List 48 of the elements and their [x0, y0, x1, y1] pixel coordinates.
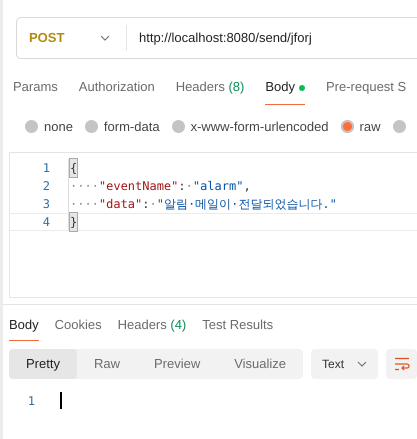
code-token: "data"	[98, 196, 142, 213]
view-mode-tab[interactable]: Preview	[136, 348, 218, 378]
request-tab[interactable]: Body	[265, 71, 305, 104]
line-number: 3	[42, 196, 51, 213]
request-tab[interactable]: Params	[13, 71, 58, 104]
whitespace-dots: ·	[150, 196, 157, 213]
radio-label[interactable]: raw	[360, 116, 380, 136]
response-tab[interactable]: Body	[9, 313, 39, 340]
request-body-editor[interactable]: 1 { 2 ····"eventName":·"alarm", 3 ····"data":·"알림·메일이·전달되었습니다." 4 }	[9, 152, 417, 298]
whitespace-dots: ·	[186, 178, 193, 195]
request-tab[interactable]: Headers (8)	[176, 71, 244, 104]
response-tab[interactable]: Cookies	[54, 313, 102, 340]
line-number: 1	[42, 160, 51, 177]
radio-button[interactable]	[340, 120, 354, 133]
view-mode-tab[interactable]: Raw	[76, 348, 137, 378]
line-number: 2	[42, 178, 51, 195]
wrap-lines-button[interactable]	[386, 348, 417, 378]
chevron-down-icon	[357, 360, 368, 366]
request-tab[interactable]: Authorization	[78, 71, 155, 104]
format-dropdown[interactable]: Text	[311, 348, 378, 378]
view-mode-tab[interactable]: Visualize	[217, 348, 304, 378]
code-token: {	[70, 159, 78, 177]
radio-button[interactable]	[25, 120, 38, 133]
radio-label[interactable]: x-www-form-urlencoded	[190, 116, 329, 136]
wrap-lines-icon	[394, 356, 410, 370]
code-token: }	[70, 213, 78, 231]
whitespace-dots: ····	[70, 178, 99, 195]
code-token: "eventName"	[98, 178, 178, 195]
view-mode-tab[interactable]: Pretty	[9, 348, 77, 378]
radio-button[interactable]	[172, 120, 185, 133]
url-input[interactable]: http://localhost:8080/send/jforj	[127, 28, 312, 48]
code-token: ,	[243, 178, 251, 195]
response-tab[interactable]: Headers (4)	[118, 313, 186, 340]
method-dropdown[interactable]: POST	[17, 25, 127, 51]
code-token: :	[142, 196, 150, 213]
code-token: :	[178, 178, 186, 195]
whitespace-dots: ····	[70, 196, 99, 213]
line-number: 4	[42, 214, 51, 231]
radio-label[interactable]: form-data	[104, 116, 160, 136]
code-token: "alarm"	[192, 178, 244, 195]
code-token: "알림·메일이·전달되었습니다."	[156, 196, 337, 213]
radio-button[interactable]	[84, 120, 98, 133]
radio-label[interactable]: none	[44, 116, 73, 136]
line-number: 1	[26, 392, 36, 410]
radio-button[interactable]	[392, 120, 406, 133]
request-tab[interactable]: Pre-request S	[326, 71, 406, 104]
response-tab[interactable]: Test Results	[202, 313, 274, 340]
chevron-down-icon	[100, 35, 110, 41]
